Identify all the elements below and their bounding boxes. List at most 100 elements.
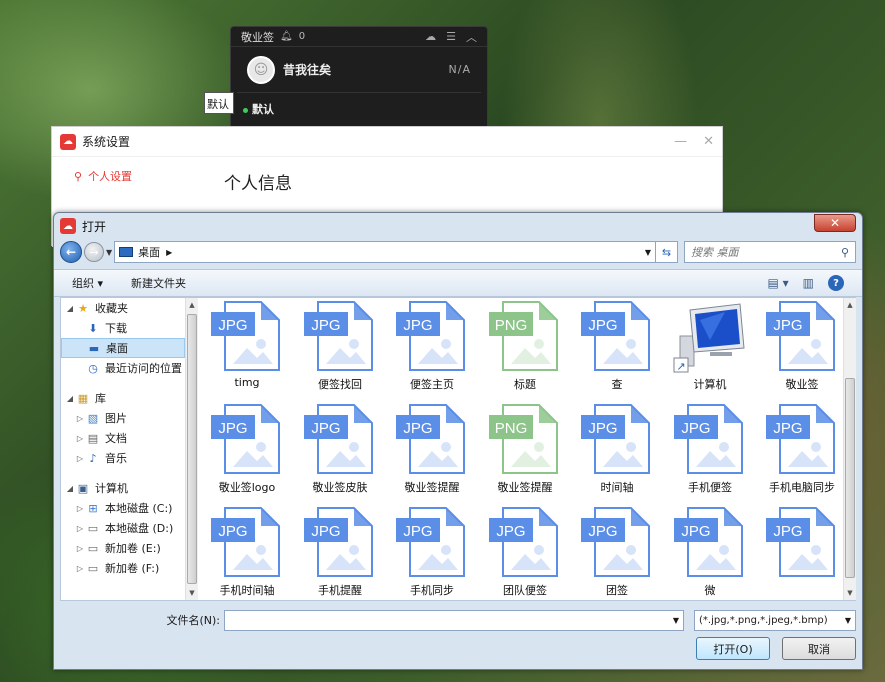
svg-text:JPG: JPG — [588, 317, 617, 334]
file-item[interactable]: PNG 敬业签提醒 — [479, 403, 571, 503]
history-dropdown-icon[interactable]: ▼ — [106, 248, 112, 257]
filename-input[interactable]: ▼ — [224, 609, 684, 631]
address-bar[interactable]: 桌面 ▶ ▼ — [114, 241, 656, 263]
scroll-thumb[interactable] — [187, 314, 197, 584]
nav-item[interactable]: ◢ ▣ 计算机 — [61, 478, 185, 498]
file-item[interactable]: JPG 手机便签 — [664, 403, 756, 503]
chevron-down-icon[interactable]: ▼ — [645, 248, 651, 257]
file-item[interactable]: JPG 敬业签提醒 — [386, 403, 478, 503]
file-item[interactable]: JPG 手机时间轴 — [201, 506, 293, 600]
svg-text:PNG: PNG — [495, 420, 528, 437]
nav-item[interactable]: ◢ ▦ 库 — [61, 388, 185, 408]
note-title-bar[interactable]: 敬业签 🔔︎ 0 ☁ ☰ ︿ — [231, 27, 487, 47]
file-item[interactable]: JPG 查 — [571, 300, 663, 400]
expander-icon[interactable]: ◢ — [65, 394, 75, 403]
nav-item[interactable]: ▬ 桌面 — [61, 338, 185, 358]
nav-item-label: 本地磁盘 (D:) — [105, 522, 174, 535]
bell-icon[interactable]: 🔔︎ — [280, 31, 293, 42]
nav-item[interactable]: ▷ ▭ 新加卷 (F:) — [61, 558, 185, 578]
file-item[interactable]: JPG 手机同步 — [386, 506, 478, 600]
expander-icon[interactable]: ▷ — [75, 414, 85, 423]
nav-item[interactable]: ▷ ♪ 音乐 — [61, 448, 185, 468]
expander-icon[interactable]: ▷ — [75, 504, 85, 513]
menu-icon[interactable]: ☰ — [446, 30, 456, 43]
expander-icon[interactable]: ▷ — [75, 454, 85, 463]
new-folder-button[interactable]: 新建文件夹 — [131, 275, 186, 291]
file-item[interactable]: JPG 手机提醒 — [294, 506, 386, 600]
filename-row: 文件名(N): ▼ (*.jpg,*.png,*.jpeg,*.bmp) ▼ — [54, 609, 862, 631]
scroll-up-icon[interactable]: ▲ — [844, 298, 856, 312]
chevron-down-icon[interactable]: ▼ — [845, 616, 851, 625]
expander-icon[interactable]: ◢ — [65, 484, 75, 493]
search-icon[interactable]: ⚲ — [841, 246, 849, 259]
file-item[interactable]: JPG timg — [201, 300, 293, 400]
close-button[interactable]: ✕ — [814, 214, 856, 232]
collapse-icon[interactable]: ︿ — [466, 29, 477, 45]
open-file-dialog: ☁ 打开 ✕ ← → ▼ 桌面 ▶ ▼ ⇆ 搜索 桌面 ⚲ 组织 ▾ 新建文件夹… — [53, 212, 863, 670]
preview-pane-icon[interactable]: ▥ — [803, 276, 814, 290]
cloud-icon[interactable]: ☁ — [425, 30, 436, 43]
file-item[interactable]: JPG 团签 — [571, 506, 663, 600]
scroll-up-icon[interactable]: ▲ — [186, 298, 198, 312]
file-item[interactable]: JPG 敬业签皮肤 — [294, 403, 386, 503]
expander-icon[interactable]: ◢ — [65, 304, 75, 313]
sidebar-item-personal[interactable]: ⚲ 个人设置 — [52, 157, 182, 195]
file-item[interactable]: JPG — [756, 506, 843, 600]
close-icon[interactable]: ✕ — [703, 134, 714, 149]
organize-button[interactable]: 组织 ▾ — [72, 275, 103, 291]
expander-icon[interactable]: ▷ — [75, 434, 85, 443]
library-icon: ▦ — [77, 391, 89, 405]
back-button[interactable]: ← — [60, 241, 82, 263]
file-item[interactable]: JPG 敬业签 — [756, 300, 843, 400]
file-item[interactable]: JPG 便签主页 — [386, 300, 478, 400]
file-item[interactable]: JPG 手机电脑同步 — [756, 403, 843, 503]
help-icon[interactable]: ? — [828, 275, 844, 291]
nav-item[interactable]: ⬇ 下载 — [61, 318, 185, 338]
documents-icon: ▤ — [87, 431, 99, 445]
chevron-down-icon[interactable]: ▼ — [673, 616, 679, 625]
file-item[interactable]: JPG 敬业签logo — [201, 403, 293, 503]
expander-icon[interactable]: ▷ — [75, 564, 85, 573]
nav-item[interactable]: ▷ ▧ 图片 — [61, 408, 185, 428]
expander-icon[interactable]: ▷ — [75, 544, 85, 553]
file-item[interactable]: ↗ 计算机 — [664, 300, 756, 400]
file-item[interactable]: PNG 标题 — [479, 300, 571, 400]
search-input[interactable]: 搜索 桌面 ⚲ — [684, 241, 856, 263]
avatar[interactable]: ☺ — [247, 55, 275, 84]
bell-count: 0 — [298, 31, 306, 42]
scroll-down-icon[interactable]: ▼ — [186, 586, 198, 600]
nav-item[interactable]: ◷ 最近访问的位置 — [61, 358, 185, 378]
minimize-icon[interactable]: — — [674, 134, 687, 149]
scroll-thumb[interactable] — [845, 378, 855, 578]
nav-item-label: 新加卷 (F:) — [105, 562, 160, 575]
svg-text:JPG: JPG — [311, 523, 340, 540]
nav-item-label: 计算机 — [95, 482, 128, 495]
nav-item[interactable]: ▷ ▭ 本地磁盘 (D:) — [61, 518, 185, 538]
chevron-right-icon[interactable]: ▶ — [166, 248, 172, 257]
filetype-select[interactable]: (*.jpg,*.png,*.jpeg,*.bmp) ▼ — [694, 609, 856, 631]
file-item[interactable]: JPG 时间轴 — [571, 403, 663, 503]
nav-item-label: 图片 — [105, 412, 127, 425]
file-scrollbar[interactable]: ▲ ▼ — [843, 298, 856, 600]
user-name: 昔我往矣 — [283, 63, 332, 77]
scroll-down-icon[interactable]: ▼ — [844, 586, 856, 600]
nav-scrollbar[interactable]: ▲ ▼ — [185, 298, 198, 600]
nav-item[interactable]: ▷ ▤ 文档 — [61, 428, 185, 448]
refresh-button[interactable]: ⇆ — [656, 241, 678, 263]
nav-item[interactable]: ▷ ⊞ 本地磁盘 (C:) — [61, 498, 185, 518]
nav-item[interactable]: ◢ ★ 收藏夹 — [61, 298, 185, 318]
cancel-button[interactable]: 取消 — [782, 637, 856, 660]
button-row: 打开(O) 取消 — [54, 637, 862, 661]
nav-item-label: 库 — [95, 392, 106, 405]
note-category[interactable]: 默认 — [231, 93, 487, 125]
view-options-icon[interactable]: ▤ ▾ — [767, 276, 788, 290]
expander-icon[interactable]: ▷ — [75, 524, 85, 533]
dialog-title-bar: ☁ 打开 ✕ — [54, 213, 862, 239]
nav-item[interactable]: ▷ ▭ 新加卷 (E:) — [61, 538, 185, 558]
file-item[interactable]: JPG 团队便签 — [479, 506, 571, 600]
forward-button[interactable]: → — [84, 242, 104, 262]
file-item[interactable]: JPG 微 — [664, 506, 756, 600]
file-name: 敬业签logo — [218, 481, 276, 494]
file-item[interactable]: JPG 便签找回 — [294, 300, 386, 400]
open-button[interactable]: 打开(O) — [696, 637, 770, 660]
